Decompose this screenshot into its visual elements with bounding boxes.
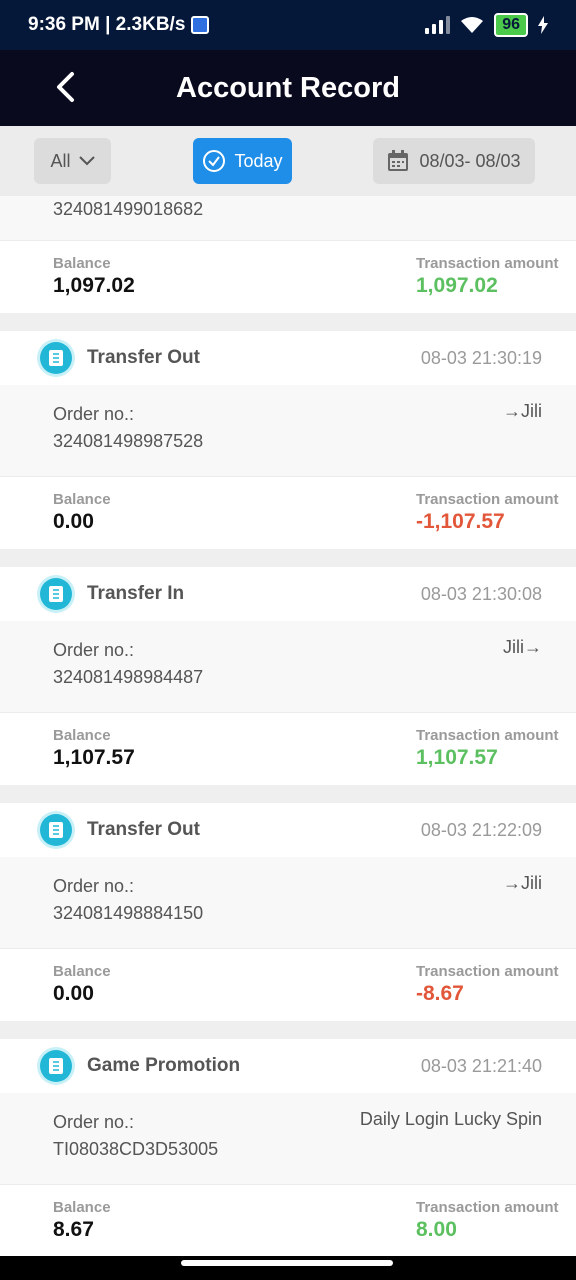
record-card: Transfer Out 08-03 21:22:09 Order no.: 3…	[0, 803, 576, 1021]
chevron-down-icon	[78, 156, 95, 166]
balance-value: 8.67	[53, 1218, 94, 1241]
page-title: Account Record	[176, 71, 400, 104]
app-notification-icon	[191, 16, 210, 34]
record-type: Game Promotion	[87, 1055, 241, 1076]
amount-section: Balance 0.00 Transaction amount -8.67	[0, 949, 576, 1021]
date-range-picker[interactable]: 08/03- 08/03	[373, 138, 535, 184]
transaction-amount-value: 1,107.57	[416, 746, 498, 769]
transfer-target: →Jili	[503, 873, 542, 893]
today-filter-button[interactable]: Today	[193, 138, 292, 184]
order-label: Order no.:	[53, 404, 135, 424]
back-arrow-icon[interactable]	[50, 70, 84, 104]
amount-section: Balance 0.00 Transaction amount -1,107.5…	[0, 477, 576, 549]
order-number: 324081498987528	[53, 431, 204, 451]
wifi-icon	[461, 17, 484, 33]
transaction-amount-label: Transaction amount	[416, 963, 559, 980]
transaction-amount-value: -1,107.57	[416, 510, 505, 533]
status-time: 9:36 PM | 2.3KB/s	[28, 14, 186, 35]
transaction-amount-value: 8.00	[416, 1218, 457, 1241]
check-circle-icon	[203, 150, 226, 172]
receipt-icon	[40, 342, 72, 374]
order-number: 324081499018682	[53, 199, 204, 219]
order-number: 324081498984487	[53, 667, 204, 687]
type-filter-label: All	[50, 150, 71, 171]
transfer-target: Daily Login Lucky Spin	[359, 1109, 542, 1129]
order-section: 324081499018682	[0, 196, 576, 241]
calendar-icon	[388, 150, 409, 171]
record-time: 08-03 21:30:08	[420, 583, 542, 604]
record-header: Game Promotion 08-03 21:21:40	[0, 1039, 576, 1093]
record-header: Transfer Out 08-03 21:30:19	[0, 331, 576, 385]
transaction-amount-label: Transaction amount	[416, 255, 559, 272]
transaction-amount-label: Transaction amount	[416, 491, 559, 508]
balance-value: 1,097.02	[53, 274, 135, 297]
record-list[interactable]: 324081499018682 Balance 1,097.02 Transac…	[0, 196, 576, 1275]
record-type: Transfer In	[87, 583, 185, 604]
transaction-amount-label: Transaction amount	[416, 727, 559, 744]
receipt-icon	[40, 814, 72, 846]
order-section: Order no.: 324081498884150 →Jili	[0, 857, 576, 949]
balance-value: 0.00	[53, 510, 94, 533]
order-number: 324081498884150	[53, 903, 204, 923]
record-type: Transfer Out	[87, 347, 200, 368]
receipt-icon	[40, 578, 72, 610]
home-indicator[interactable]	[181, 1260, 393, 1266]
filter-bar: All Today 08/03- 08/03	[0, 126, 576, 196]
balance-label: Balance	[53, 255, 111, 272]
record-card: Transfer Out 08-03 21:30:19 Order no.: 3…	[0, 331, 576, 549]
transaction-amount-value: 1,097.02	[416, 274, 498, 297]
order-label: Order no.:	[53, 1112, 135, 1132]
order-label: Order no.:	[53, 640, 135, 660]
order-section: Order no.: 324081498984487 Jili→	[0, 621, 576, 713]
balance-value: 1,107.57	[53, 746, 135, 769]
order-label: Order no.:	[53, 876, 135, 896]
record-type: Transfer Out	[87, 819, 200, 840]
transaction-amount-label: Transaction amount	[416, 1199, 559, 1216]
amount-section: Balance 1,097.02 Transaction amount 1,09…	[0, 241, 576, 313]
app-header: Account Record	[0, 50, 576, 126]
balance-value: 0.00	[53, 982, 94, 1005]
battery-indicator: 96	[494, 13, 528, 37]
order-number: TI08038CD3D53005	[53, 1139, 219, 1159]
date-range-text: 08/03- 08/03	[419, 150, 521, 171]
order-section: Order no.: TI08038CD3D53005 Daily Login …	[0, 1093, 576, 1185]
order-section: Order no.: 324081498987528 →Jili	[0, 385, 576, 477]
balance-label: Balance	[53, 963, 111, 980]
status-bar: 9:36 PM | 2.3KB/s 96	[0, 0, 576, 50]
transaction-amount-value: -8.67	[416, 982, 464, 1005]
record-time: 08-03 21:30:19	[420, 347, 542, 368]
amount-section: Balance 1,107.57 Transaction amount 1,10…	[0, 713, 576, 785]
amount-section: Balance 8.67 Transaction amount 8.00	[0, 1185, 576, 1257]
transfer-target: →Jili	[503, 401, 542, 421]
record-header: Transfer In 08-03 21:30:08	[0, 567, 576, 621]
receipt-icon	[40, 1050, 72, 1082]
record-card: Transfer In 08-03 21:30:08 Order no.: 32…	[0, 567, 576, 785]
balance-label: Balance	[53, 491, 111, 508]
transfer-target: Jili→	[503, 637, 542, 657]
signal-icon	[425, 16, 451, 34]
record-time: 08-03 21:22:09	[420, 819, 542, 840]
record-card: 324081499018682 Balance 1,097.02 Transac…	[0, 196, 576, 313]
today-filter-label: Today	[234, 150, 283, 171]
record-header: Transfer Out 08-03 21:22:09	[0, 803, 576, 857]
balance-label: Balance	[53, 1199, 111, 1216]
balance-label: Balance	[53, 727, 111, 744]
record-time: 08-03 21:21:40	[420, 1055, 542, 1076]
charging-icon	[538, 16, 548, 34]
type-filter-dropdown[interactable]: All	[34, 138, 111, 184]
record-card: Game Promotion 08-03 21:21:40 Order no.:…	[0, 1039, 576, 1257]
